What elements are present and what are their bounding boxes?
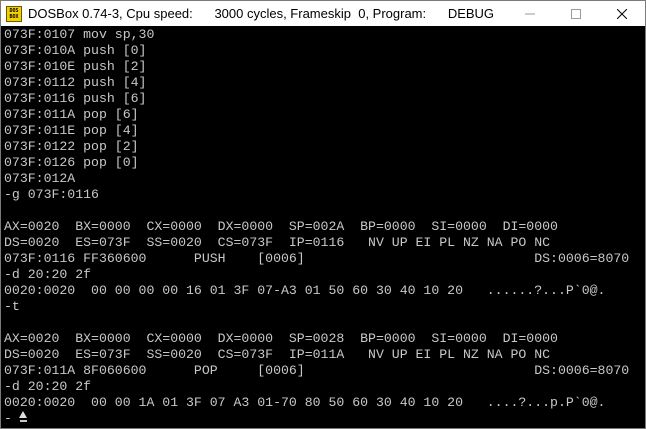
window-title: DOSBox 0.74-3, Cpu speed: 3000 cycles, F… — [28, 6, 494, 21]
console-line: 073F:0116 push [6] — [4, 91, 147, 106]
console-line: 073F:0116 FF360600 PUSH [0006] DS:0006=8… — [4, 251, 630, 266]
console-line: 073F:010E push [2] — [4, 59, 147, 74]
console-line: 073F:011E pop [4] — [4, 123, 139, 138]
console-line: 073F:011A pop [6] — [4, 107, 139, 122]
console-line: -t — [4, 299, 20, 314]
console-line: DS=0020 ES=073F SS=0020 CS=073F IP=0116 … — [4, 235, 551, 250]
console-line: 073F:011A 8F060600 POP [0006] DS:0006=80… — [4, 363, 630, 378]
console-line: -d 20:20 2f — [4, 379, 92, 394]
close-icon — [617, 8, 627, 19]
dosbox-window: DOS BOX DOSBox 0.74-3, Cpu speed: 3000 c… — [0, 0, 646, 429]
close-button[interactable] — [599, 1, 645, 26]
title-part-version: DOSBox 0.74-3, Cpu speed: — [28, 6, 193, 21]
title-bar[interactable]: DOS BOX DOSBox 0.74-3, Cpu speed: 3000 c… — [1, 1, 645, 26]
console-line: 073F:0122 pop [2] — [4, 139, 139, 154]
minimize-icon — [525, 13, 535, 14]
console-line: 073F:0107 mov sp,30 — [4, 27, 155, 42]
console-line: 073F:010A push [0] — [4, 43, 147, 58]
maximize-icon — [571, 8, 581, 19]
prompt-char: - — [4, 411, 12, 426]
console-line: AX=0020 BX=0000 CX=0000 DX=0000 SP=002A … — [4, 219, 558, 234]
window-controls — [507, 1, 645, 26]
console-line: 073F:0126 pop [0] — [4, 155, 139, 170]
console-line: 0020:0020 00 00 1A 01 3F 07 A3 01-70 80 … — [4, 395, 606, 410]
minimize-button[interactable] — [507, 1, 553, 26]
dosbox-app-icon[interactable]: DOS BOX — [6, 5, 22, 22]
title-part-cycles: 3000 cycles, Frameskip 0, Program: — [214, 6, 427, 21]
console-line: 073F:0112 push [4] — [4, 75, 147, 90]
console-line: 0020:0020 00 00 00 00 16 01 3F 07-A3 01 … — [4, 283, 606, 298]
dos-console[interactable]: 073F:0107 mov sp,30 073F:010A push [0] 0… — [4, 27, 645, 428]
mouse-pointer-icon — [19, 411, 27, 418]
title-part-program: DEBUG — [447, 6, 495, 21]
console-line: AX=0020 BX=0000 CX=0000 DX=0000 SP=0028 … — [4, 331, 558, 346]
command-prompt[interactable]: - — [4, 411, 645, 427]
console-line: -g 073F:0116 — [4, 187, 99, 202]
text-cursor — [19, 420, 27, 422]
console-line: -d 20:20 2f — [4, 267, 92, 282]
console-line: DS=0020 ES=073F SS=0020 CS=073F IP=011A … — [4, 347, 551, 362]
console-line: 073F:012A — [4, 171, 76, 186]
app-icon-label-bottom: BOX — [9, 13, 19, 20]
maximize-button[interactable] — [553, 1, 599, 26]
